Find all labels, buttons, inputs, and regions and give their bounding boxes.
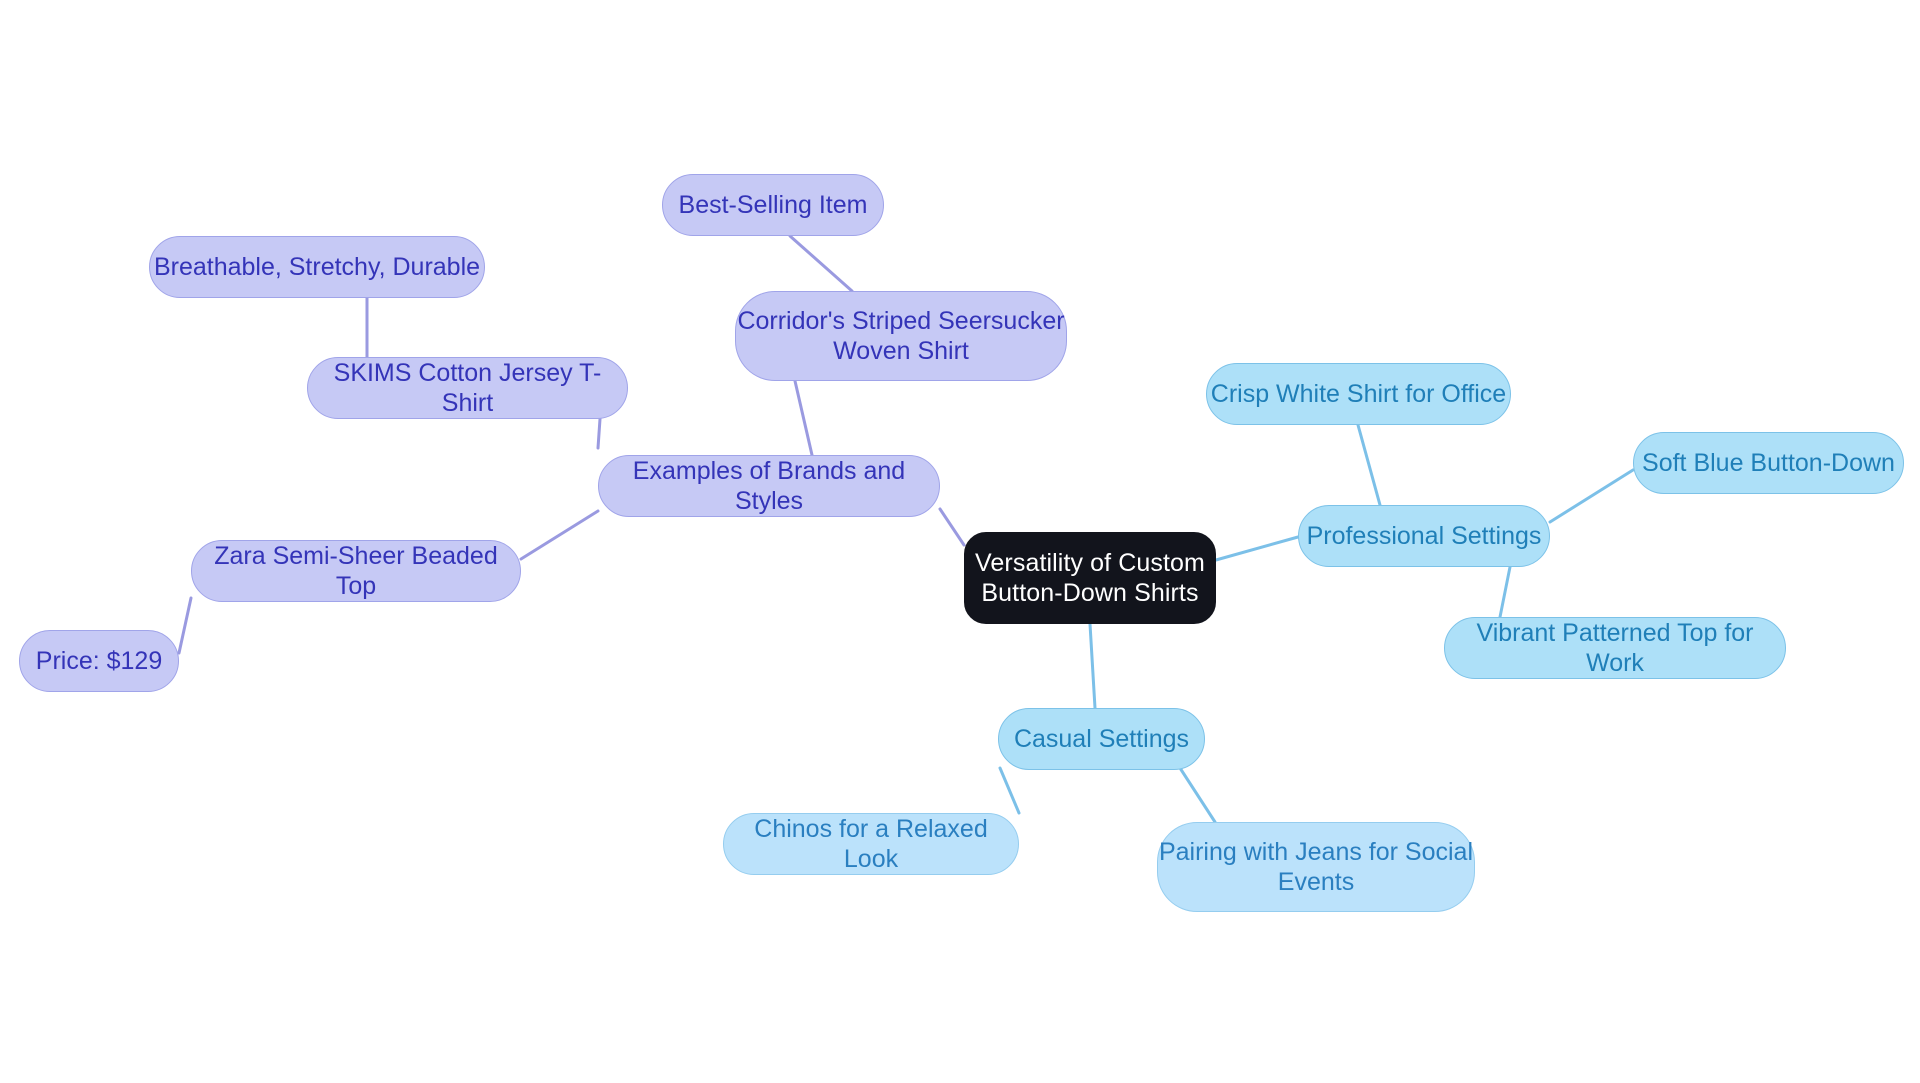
mindmap-node-bestselling[interactable]: Best-Selling Item xyxy=(662,174,884,236)
mindmap-node-price[interactable]: Price: $129 xyxy=(19,630,179,692)
mindmap-node-breathable[interactable]: Breathable, Stretchy, Durable xyxy=(149,236,485,298)
edge-examples-to-skims xyxy=(596,417,602,450)
mindmap-root-node[interactable]: Versatility of Custom Button-Down Shirts xyxy=(964,532,1216,624)
mindmap-node-corridor[interactable]: Corridor's Striped Seersucker Woven Shir… xyxy=(735,291,1067,381)
mindmap-canvas: Versatility of Custom Button-Down Shirts… xyxy=(0,0,1920,1083)
edge-professional-to-vibrant xyxy=(1498,565,1512,619)
mindmap-node-zara[interactable]: Zara Semi-Sheer Beaded Top xyxy=(191,540,521,602)
edge-casual-to-chinos xyxy=(998,766,1021,815)
mindmap-node-skims[interactable]: SKIMS Cotton Jersey T-Shirt xyxy=(307,357,628,419)
edge-examples-to-zara xyxy=(519,509,600,561)
edge-examples-to-corridor xyxy=(793,379,814,457)
edge-corridor-to-bestselling xyxy=(788,234,854,293)
mindmap-node-examples[interactable]: Examples of Brands and Styles xyxy=(598,455,940,517)
edge-professional-to-crisp xyxy=(1356,423,1382,507)
edge-root-to-casual xyxy=(1088,622,1097,710)
mindmap-node-chinos[interactable]: Chinos for a Relaxed Look xyxy=(723,813,1019,875)
edge-root-to-professional xyxy=(1214,535,1300,562)
mindmap-node-jeans[interactable]: Pairing with Jeans for Social Events xyxy=(1157,822,1475,912)
edge-root-to-examples xyxy=(938,507,966,547)
mindmap-node-vibrant[interactable]: Vibrant Patterned Top for Work xyxy=(1444,617,1786,679)
mindmap-node-softblue[interactable]: Soft Blue Button-Down xyxy=(1633,432,1904,494)
edge-professional-to-softblue xyxy=(1548,468,1635,524)
mindmap-node-crisp[interactable]: Crisp White Shirt for Office xyxy=(1206,363,1511,425)
mindmap-node-professional[interactable]: Professional Settings xyxy=(1298,505,1550,567)
edge-zara-to-price xyxy=(177,596,193,655)
edge-casual-to-jeans xyxy=(1178,766,1217,824)
mindmap-node-casual[interactable]: Casual Settings xyxy=(998,708,1205,770)
